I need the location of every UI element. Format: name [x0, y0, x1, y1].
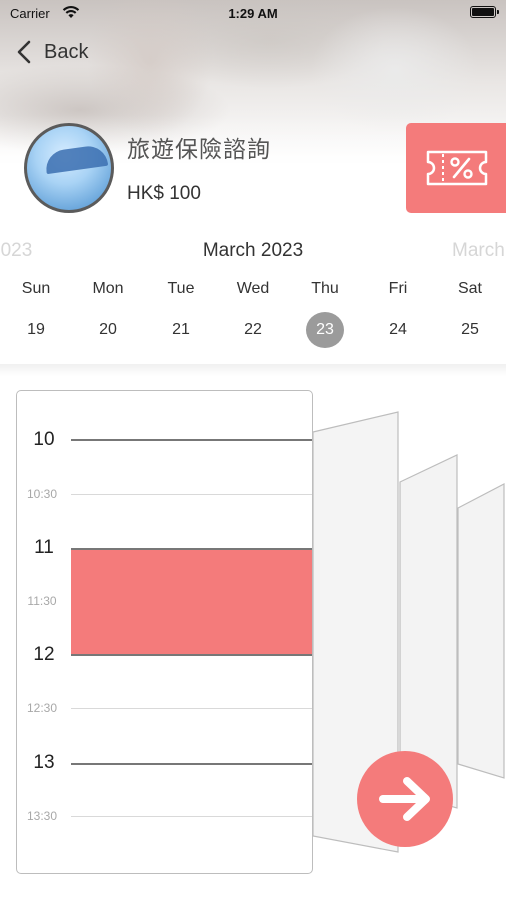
- hour-line: [71, 439, 312, 441]
- half-hour-label: 10:30: [26, 487, 58, 501]
- hour-line: [71, 763, 312, 765]
- half-hour-line: [71, 816, 312, 817]
- next-button[interactable]: [357, 751, 453, 847]
- half-hour-line: [71, 708, 312, 709]
- half-hour-label: 12:30: [26, 701, 58, 715]
- arrow-right-icon: [379, 777, 430, 821]
- hour-label: 10: [33, 429, 55, 450]
- half-hour-label: 11:30: [27, 594, 57, 608]
- half-hour-line: [71, 494, 312, 495]
- day-schedule-card[interactable]: 10 10:30 11 11:30 12 12:30 13 13:30: [16, 390, 313, 874]
- selected-time-slot[interactable]: [71, 548, 312, 656]
- hour-label: 11: [34, 537, 54, 558]
- hour-label: 12: [33, 644, 55, 665]
- hour-label: 13: [33, 752, 55, 773]
- half-hour-label: 13:30: [26, 809, 58, 823]
